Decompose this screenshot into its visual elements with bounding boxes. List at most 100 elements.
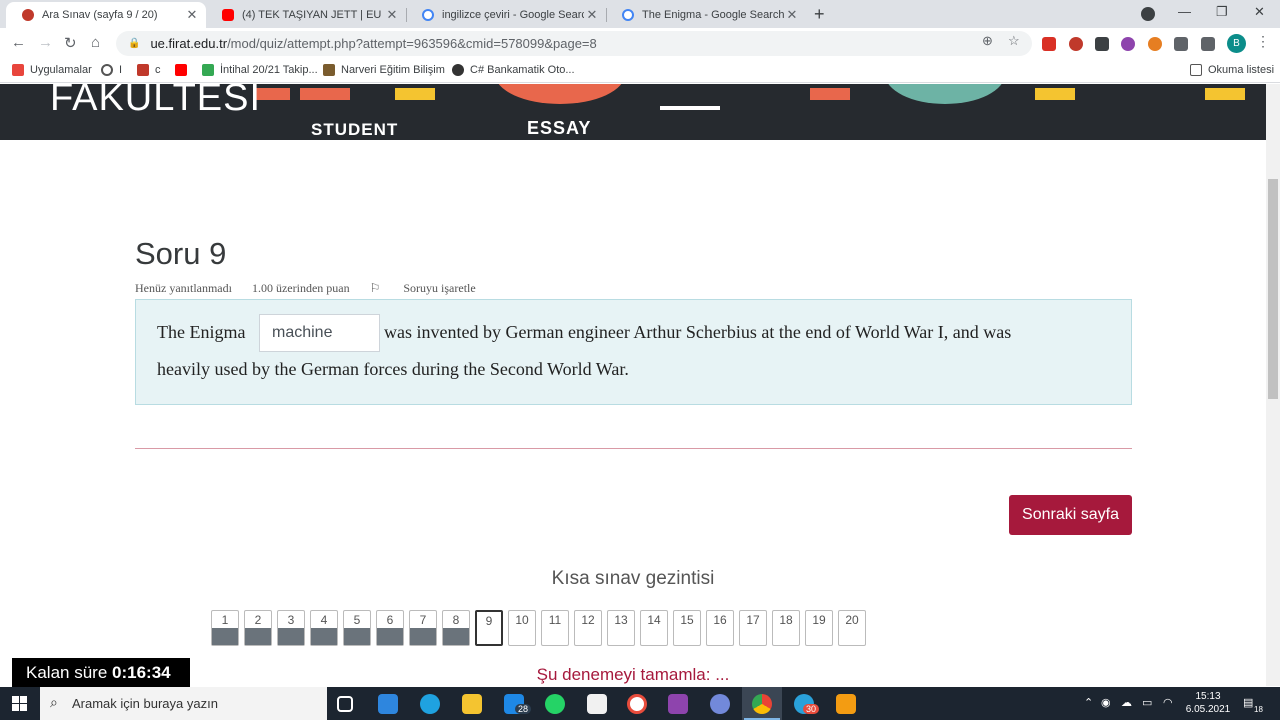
tab-google-ceviri[interactable]: ingilizce çeviri - Google Search ✕: [406, 2, 606, 28]
bookmark-item[interactable]: [175, 64, 193, 76]
puzzle-icon[interactable]: [1174, 37, 1188, 51]
bookmark-item[interactable]: İntihal 20/21 Takip...: [202, 64, 318, 76]
app-icon[interactable]: [836, 694, 856, 714]
question-info: Henüz yanıtlanmadı 1.00 üzerinden puan ⚐…: [135, 281, 516, 296]
taskbar-clock[interactable]: 15:13 6.05.2021: [1183, 690, 1233, 716]
close-tab-icon[interactable]: ✕: [784, 7, 800, 23]
tab-search-icon[interactable]: [1141, 7, 1155, 21]
quiz-nav-number: 1: [221, 613, 229, 627]
quiz-nav-button[interactable]: 14: [640, 610, 668, 646]
task-view-icon[interactable]: [337, 696, 353, 712]
quiz-nav-button[interactable]: 3: [277, 610, 305, 646]
banner-word-student: STUDENT: [311, 120, 399, 139]
bookmark-star-icon[interactable]: ☆: [1008, 33, 1020, 49]
app-icon[interactable]: [378, 694, 398, 714]
extension-icon[interactable]: [1121, 37, 1135, 51]
new-tab-icon[interactable]: +: [814, 4, 825, 25]
mail-badge: 28: [515, 704, 532, 714]
forward-icon[interactable]: →: [38, 34, 53, 51]
store-icon[interactable]: [587, 694, 607, 714]
quiz-nav-button[interactable]: 5: [343, 610, 371, 646]
quiz-nav-button[interactable]: 9: [475, 610, 503, 646]
discord-icon[interactable]: [710, 694, 730, 714]
reading-list[interactable]: Okuma listesi: [1190, 64, 1274, 76]
windows-start-icon[interactable]: [12, 696, 27, 711]
youtube-icon: [222, 9, 234, 21]
quiz-nav-button[interactable]: 15: [673, 610, 701, 646]
quiz-nav-button[interactable]: 7: [409, 610, 437, 646]
quiz-nav-button[interactable]: 1: [211, 610, 239, 646]
battery-icon[interactable]: ▭: [1142, 696, 1152, 709]
zoom-icon[interactable]: ⊕: [982, 33, 993, 49]
maximize-icon[interactable]: ❐: [1216, 4, 1228, 20]
media-icon[interactable]: [1201, 37, 1215, 51]
quiz-nav-number: 16: [713, 613, 727, 627]
extension-icon[interactable]: [1069, 37, 1083, 51]
quiz-nav-button[interactable]: 12: [574, 610, 602, 646]
quiz-nav-button[interactable]: 2: [244, 610, 272, 646]
close-tab-icon[interactable]: ✕: [184, 7, 200, 23]
taskbar-search[interactable]: ⌕ Aramak için buraya yazın: [40, 687, 327, 720]
next-page-button[interactable]: Sonraki sayfa: [1009, 495, 1132, 535]
quiz-nav-button[interactable]: 4: [310, 610, 338, 646]
quiz-nav-button[interactable]: 16: [706, 610, 734, 646]
close-tab-icon[interactable]: ✕: [384, 7, 400, 23]
minimize-icon[interactable]: —: [1178, 4, 1191, 19]
quiz-nav-button[interactable]: 19: [805, 610, 833, 646]
quiz-nav-button[interactable]: 8: [442, 610, 470, 646]
tab-ara-sinav[interactable]: Ara Sınav (sayfa 9 / 20) ✕: [6, 2, 206, 28]
flag-label: Soruyu işaretle: [403, 281, 476, 295]
file-explorer-icon[interactable]: [462, 694, 482, 714]
download-icon[interactable]: [1095, 37, 1109, 51]
back-icon[interactable]: ←: [11, 34, 26, 51]
notification-count: 18: [1254, 705, 1263, 714]
scrollbar-thumb[interactable]: [1268, 179, 1278, 399]
onedrive-icon[interactable]: ☁: [1121, 696, 1132, 709]
tab-youtube[interactable]: (4) TEK TAŞIYAN JETT | EU RADIA ✕: [206, 2, 406, 28]
bookmark-item[interactable]: c: [137, 64, 161, 76]
quiz-nav-button[interactable]: 17: [739, 610, 767, 646]
close-tab-icon[interactable]: ✕: [584, 7, 600, 23]
url-host: ue.firat.edu.tr: [150, 36, 228, 51]
quiz-nav-button[interactable]: 10: [508, 610, 536, 646]
quiz-nav-button[interactable]: 20: [838, 610, 866, 646]
home-icon[interactable]: ⌂: [91, 34, 100, 51]
show-hidden-icons[interactable]: ⌃: [1084, 696, 1093, 709]
moodle-favicon-icon: [22, 9, 34, 21]
bookmark-label: C# Bankamatik Oto...: [470, 64, 575, 76]
steam-icon[interactable]: ◉: [1101, 696, 1111, 709]
bookmark-item[interactable]: Narveri Eğitim Bilişim: [323, 64, 445, 76]
flag-question-link[interactable]: ⚐ Soruyu işaretle: [370, 281, 496, 296]
reload-icon[interactable]: ↻: [64, 34, 77, 52]
quiz-nav-number: 7: [419, 613, 427, 627]
bookmark-apps[interactable]: Uygulamalar: [12, 64, 92, 76]
bookmark-item[interactable]: I: [101, 64, 122, 76]
page-scrollbar[interactable]: [1266, 84, 1280, 686]
extension-icon[interactable]: [1042, 37, 1056, 51]
timer-value: 0:16:34: [112, 663, 171, 682]
quiz-nav-button[interactable]: 6: [376, 610, 404, 646]
wifi-icon[interactable]: ◠: [1163, 696, 1173, 709]
answer-input[interactable]: machine: [259, 314, 380, 352]
menu-icon[interactable]: ⋮: [1256, 33, 1270, 50]
extension-icon[interactable]: [1148, 37, 1162, 51]
quiz-nav-number: 19: [812, 613, 826, 627]
profile-avatar[interactable]: B: [1227, 34, 1246, 53]
clock-icon: [101, 64, 113, 76]
time-remaining: Kalan süre 0:16:34: [12, 658, 190, 688]
whatsapp-icon[interactable]: [545, 694, 565, 714]
close-window-icon[interactable]: ✕: [1254, 4, 1265, 20]
bookmark-item[interactable]: C# Bankamatik Oto...: [452, 64, 575, 76]
quiz-nav-button[interactable]: 13: [607, 610, 635, 646]
visual-studio-icon[interactable]: [668, 694, 688, 714]
notification-icon[interactable]: ▤: [1243, 696, 1253, 709]
address-bar[interactable]: 🔒 ue.firat.edu.tr/mod/quiz/attempt.php?a…: [116, 31, 1032, 56]
quiz-nav-button[interactable]: 11: [541, 610, 569, 646]
quiz-nav-number: 4: [320, 613, 328, 627]
tab-enigma[interactable]: The Enigma - Google Search ✕: [606, 2, 806, 28]
quiz-nav-button[interactable]: 18: [772, 610, 800, 646]
narveri-icon: [323, 64, 335, 76]
edge-icon[interactable]: [420, 694, 440, 714]
opera-icon[interactable]: [627, 694, 647, 714]
chrome-icon[interactable]: [752, 694, 772, 714]
